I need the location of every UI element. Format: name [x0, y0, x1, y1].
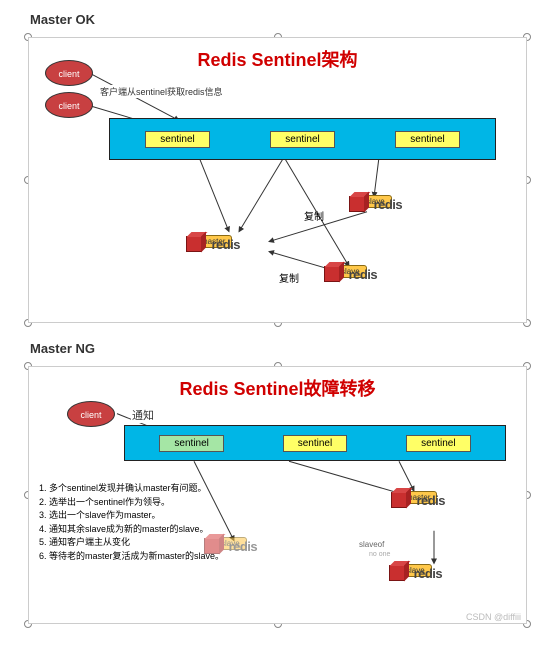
redis-label: redis — [416, 493, 445, 508]
redis-icon — [349, 193, 371, 215]
redis-label: redis — [414, 566, 443, 581]
redis-label: redis — [374, 197, 403, 212]
diagram-title: Redis Sentinel故障转移 — [29, 375, 526, 401]
redis-icon — [324, 263, 346, 285]
redis-label: redis — [211, 237, 240, 252]
redis-label: redis — [229, 539, 258, 554]
step-item: 3. 选出一个slave作为master。 — [39, 509, 224, 523]
step-item: 2. 选举出一个sentinel作为领导。 — [39, 496, 224, 510]
redis-icon — [391, 489, 413, 511]
redis-slave-node: redis slave — [399, 562, 432, 577]
client-node: client — [45, 60, 93, 86]
replication-label: 复制 — [304, 208, 324, 223]
sentinel-box: sentinel — [406, 435, 470, 452]
client-node: client — [67, 401, 115, 427]
step-item: 1. 多个sentinel发现并确认master有问题。 — [39, 482, 224, 496]
noone-label: no one — [369, 551, 390, 558]
redis-icon — [204, 535, 226, 557]
sentinel-box: sentinel — [395, 131, 459, 148]
diagram-title: Redis Sentinel架构 — [29, 46, 526, 72]
redis-icon — [186, 233, 208, 255]
redis-slave-node: redis slave — [359, 193, 392, 208]
redis-old-master: redis slave — [214, 535, 247, 550]
sentinel-cluster: sentinel sentinel sentinel — [109, 118, 496, 160]
sentinel-box-leader: sentinel — [159, 435, 223, 452]
sentinel-box: sentinel — [145, 131, 209, 148]
section-title-ok: Master OK — [30, 12, 555, 27]
redis-new-master: redis master — [399, 489, 437, 504]
sentinel-box: sentinel — [283, 435, 347, 452]
watermark: CSDN @diffiii — [466, 612, 521, 622]
notify-label: 通知 — [131, 407, 155, 423]
replication-label: 复制 — [279, 270, 299, 285]
diagram1-selection[interactable]: Redis Sentinel架构 client client 客户端从senti… — [28, 37, 527, 323]
step-item: 4. 通知其余slave成为新的master的slave。 — [39, 523, 224, 537]
section-title-ng: Master NG — [30, 341, 555, 356]
redis-icon — [389, 562, 411, 584]
diagram-architecture: Redis Sentinel架构 client client 客户端从senti… — [28, 37, 527, 323]
redis-label: redis — [349, 267, 378, 282]
slaveof-label: slaveof — [359, 540, 384, 549]
redis-master-node: redis master — [194, 233, 232, 248]
client-annotation: 客户端从sentinel获取redis信息 — [99, 85, 224, 98]
step-item: 6. 等待老的master复活成为新master的slave。 — [39, 550, 224, 564]
client-node: client — [45, 92, 93, 118]
sentinel-cluster: sentinel sentinel sentinel — [124, 425, 506, 461]
diagram2-selection[interactable]: Redis Sentinel故障转移 client 通知 sentinel se… — [28, 366, 527, 624]
sentinel-box: sentinel — [270, 131, 334, 148]
failover-steps: 1. 多个sentinel发现并确认master有问题。 2. 选举出一个sen… — [39, 482, 224, 563]
step-item: 5. 通知客户端主从变化 — [39, 536, 224, 550]
redis-slave-node: redis slave — [334, 263, 367, 278]
diagram-failover: Redis Sentinel故障转移 client 通知 sentinel se… — [28, 366, 527, 624]
